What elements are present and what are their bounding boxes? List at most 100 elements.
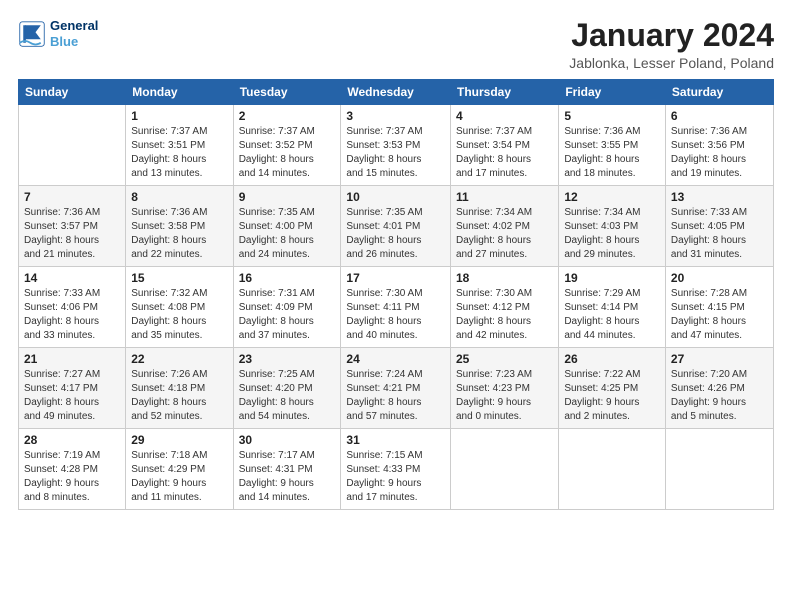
day-info: Sunrise: 7:37 AM Sunset: 3:52 PM Dayligh… xyxy=(239,125,336,181)
day-number: 7 xyxy=(24,190,120,204)
header: General Blue January 2024 Jablonka, Less… xyxy=(18,18,774,71)
day-info: Sunrise: 7:37 AM Sunset: 3:53 PM Dayligh… xyxy=(346,125,445,181)
day-number: 6 xyxy=(671,109,768,123)
day-number: 13 xyxy=(671,190,768,204)
calendar-week-1: 1 Sunrise: 7:37 AM Sunset: 3:51 PM Daylig… xyxy=(19,105,774,186)
location: Jablonka, Lesser Poland, Poland xyxy=(569,55,774,71)
logo: General Blue xyxy=(18,18,98,49)
col-thursday: Thursday xyxy=(450,80,558,105)
day-number: 5 xyxy=(564,109,660,123)
calendar-cell: 6 Sunrise: 7:36 AM Sunset: 3:56 PM Daylig… xyxy=(665,105,773,186)
day-number: 20 xyxy=(671,271,768,285)
day-number: 21 xyxy=(24,352,120,366)
day-number: 1 xyxy=(131,109,227,123)
calendar-week-3: 14Sunrise: 7:33 AM Sunset: 4:06 PM Dayli… xyxy=(19,267,774,348)
day-info: Sunrise: 7:27 AM Sunset: 4:17 PM Dayligh… xyxy=(24,368,120,424)
calendar-cell: 9Sunrise: 7:35 AM Sunset: 4:00 PM Daylig… xyxy=(233,186,341,267)
day-number: 22 xyxy=(131,352,227,366)
day-number: 19 xyxy=(564,271,660,285)
day-number: 4 xyxy=(456,109,553,123)
day-info: Sunrise: 7:29 AM Sunset: 4:14 PM Dayligh… xyxy=(564,287,660,343)
calendar-cell: 21 Sunrise: 7:27 AM Sunset: 4:17 PM Dayli… xyxy=(19,348,126,429)
calendar-cell: 17 Sunrise: 7:30 AM Sunset: 4:11 PM Dayli… xyxy=(341,267,451,348)
day-info: Sunrise: 7:15 AM Sunset: 4:33 PM Dayligh… xyxy=(346,449,445,505)
logo-icon xyxy=(18,20,46,48)
day-number: 2 xyxy=(239,109,336,123)
day-number: 27 xyxy=(671,352,768,366)
day-info: Sunrise: 7:31 AM Sunset: 4:09 PM Dayligh… xyxy=(239,287,336,343)
calendar-cell: 25 Sunrise: 7:23 AM Sunset: 4:23 PM Dayli… xyxy=(450,348,558,429)
day-info: Sunrise: 7:36 AM Sunset: 3:55 PM Dayligh… xyxy=(564,125,660,181)
day-info: Sunrise: 7:17 AM Sunset: 4:31 PM Dayligh… xyxy=(239,449,336,505)
day-number: 28 xyxy=(24,433,120,447)
day-number: 18 xyxy=(456,271,553,285)
logo-text: General Blue xyxy=(50,18,98,49)
day-info: Sunrise: 7:33 AM Sunset: 4:05 PM Dayligh… xyxy=(671,206,768,262)
calendar-cell xyxy=(19,105,126,186)
day-number: 17 xyxy=(346,271,445,285)
day-info: Sunrise: 7:34 AM Sunset: 4:03 PM Dayligh… xyxy=(564,206,660,262)
title-block: January 2024 Jablonka, Lesser Poland, Po… xyxy=(569,18,774,71)
day-info: Sunrise: 7:37 AM Sunset: 3:54 PM Dayligh… xyxy=(456,125,553,181)
day-number: 10 xyxy=(346,190,445,204)
day-info: Sunrise: 7:32 AM Sunset: 4:08 PM Dayligh… xyxy=(131,287,227,343)
day-number: 14 xyxy=(24,271,120,285)
col-sunday: Sunday xyxy=(19,80,126,105)
calendar-cell: 28 Sunrise: 7:19 AM Sunset: 4:28 PM Dayli… xyxy=(19,429,126,510)
day-number: 11 xyxy=(456,190,553,204)
col-wednesday: Wednesday xyxy=(341,80,451,105)
calendar-cell: 13 Sunrise: 7:33 AM Sunset: 4:05 PM Dayli… xyxy=(665,186,773,267)
calendar-cell: 3 Sunrise: 7:37 AM Sunset: 3:53 PM Daylig… xyxy=(341,105,451,186)
day-number: 25 xyxy=(456,352,553,366)
calendar-week-2: 7Sunrise: 7:36 AM Sunset: 3:57 PM Daylig… xyxy=(19,186,774,267)
calendar-cell: 1 Sunrise: 7:37 AM Sunset: 3:51 PM Daylig… xyxy=(126,105,233,186)
calendar-cell: 5 Sunrise: 7:36 AM Sunset: 3:55 PM Daylig… xyxy=(559,105,666,186)
logo-line1: General xyxy=(50,18,98,34)
calendar: Sunday Monday Tuesday Wednesday Thursday… xyxy=(18,79,774,510)
day-number: 29 xyxy=(131,433,227,447)
day-number: 30 xyxy=(239,433,336,447)
day-number: 16 xyxy=(239,271,336,285)
day-number: 8 xyxy=(131,190,227,204)
calendar-cell: 19 Sunrise: 7:29 AM Sunset: 4:14 PM Dayli… xyxy=(559,267,666,348)
day-number: 23 xyxy=(239,352,336,366)
day-info: Sunrise: 7:24 AM Sunset: 4:21 PM Dayligh… xyxy=(346,368,445,424)
calendar-cell xyxy=(450,429,558,510)
day-info: Sunrise: 7:30 AM Sunset: 4:12 PM Dayligh… xyxy=(456,287,553,343)
day-info: Sunrise: 7:23 AM Sunset: 4:23 PM Dayligh… xyxy=(456,368,553,424)
calendar-cell: 12Sunrise: 7:34 AM Sunset: 4:03 PM Dayli… xyxy=(559,186,666,267)
day-info: Sunrise: 7:35 AM Sunset: 4:00 PM Dayligh… xyxy=(239,206,336,262)
day-info: Sunrise: 7:19 AM Sunset: 4:28 PM Dayligh… xyxy=(24,449,120,505)
calendar-cell: 26 Sunrise: 7:22 AM Sunset: 4:25 PM Dayli… xyxy=(559,348,666,429)
day-info: Sunrise: 7:36 AM Sunset: 3:56 PM Dayligh… xyxy=(671,125,768,181)
day-info: Sunrise: 7:20 AM Sunset: 4:26 PM Dayligh… xyxy=(671,368,768,424)
day-info: Sunrise: 7:35 AM Sunset: 4:01 PM Dayligh… xyxy=(346,206,445,262)
logo-line2: Blue xyxy=(50,34,78,49)
page: General Blue January 2024 Jablonka, Less… xyxy=(0,0,792,612)
calendar-week-5: 28 Sunrise: 7:19 AM Sunset: 4:28 PM Dayli… xyxy=(19,429,774,510)
day-info: Sunrise: 7:28 AM Sunset: 4:15 PM Dayligh… xyxy=(671,287,768,343)
day-info: Sunrise: 7:34 AM Sunset: 4:02 PM Dayligh… xyxy=(456,206,553,262)
day-info: Sunrise: 7:36 AM Sunset: 3:58 PM Dayligh… xyxy=(131,206,227,262)
calendar-cell: 18 Sunrise: 7:30 AM Sunset: 4:12 PM Dayli… xyxy=(450,267,558,348)
calendar-cell: 4 Sunrise: 7:37 AM Sunset: 3:54 PM Daylig… xyxy=(450,105,558,186)
day-info: Sunrise: 7:22 AM Sunset: 4:25 PM Dayligh… xyxy=(564,368,660,424)
day-info: Sunrise: 7:18 AM Sunset: 4:29 PM Dayligh… xyxy=(131,449,227,505)
calendar-cell: 15 Sunrise: 7:32 AM Sunset: 4:08 PM Dayli… xyxy=(126,267,233,348)
calendar-cell: 2 Sunrise: 7:37 AM Sunset: 3:52 PM Daylig… xyxy=(233,105,341,186)
day-info: Sunrise: 7:25 AM Sunset: 4:20 PM Dayligh… xyxy=(239,368,336,424)
calendar-cell: 27 Sunrise: 7:20 AM Sunset: 4:26 PM Dayli… xyxy=(665,348,773,429)
day-number: 3 xyxy=(346,109,445,123)
month-title: January 2024 xyxy=(569,18,774,53)
day-number: 24 xyxy=(346,352,445,366)
calendar-cell: 30 Sunrise: 7:17 AM Sunset: 4:31 PM Dayli… xyxy=(233,429,341,510)
calendar-cell: 31Sunrise: 7:15 AM Sunset: 4:33 PM Dayli… xyxy=(341,429,451,510)
col-saturday: Saturday xyxy=(665,80,773,105)
calendar-week-4: 21 Sunrise: 7:27 AM Sunset: 4:17 PM Dayli… xyxy=(19,348,774,429)
col-friday: Friday xyxy=(559,80,666,105)
day-number: 15 xyxy=(131,271,227,285)
day-number: 26 xyxy=(564,352,660,366)
day-info: Sunrise: 7:37 AM Sunset: 3:51 PM Dayligh… xyxy=(131,125,227,181)
day-info: Sunrise: 7:30 AM Sunset: 4:11 PM Dayligh… xyxy=(346,287,445,343)
calendar-cell: 23 Sunrise: 7:25 AM Sunset: 4:20 PM Dayli… xyxy=(233,348,341,429)
